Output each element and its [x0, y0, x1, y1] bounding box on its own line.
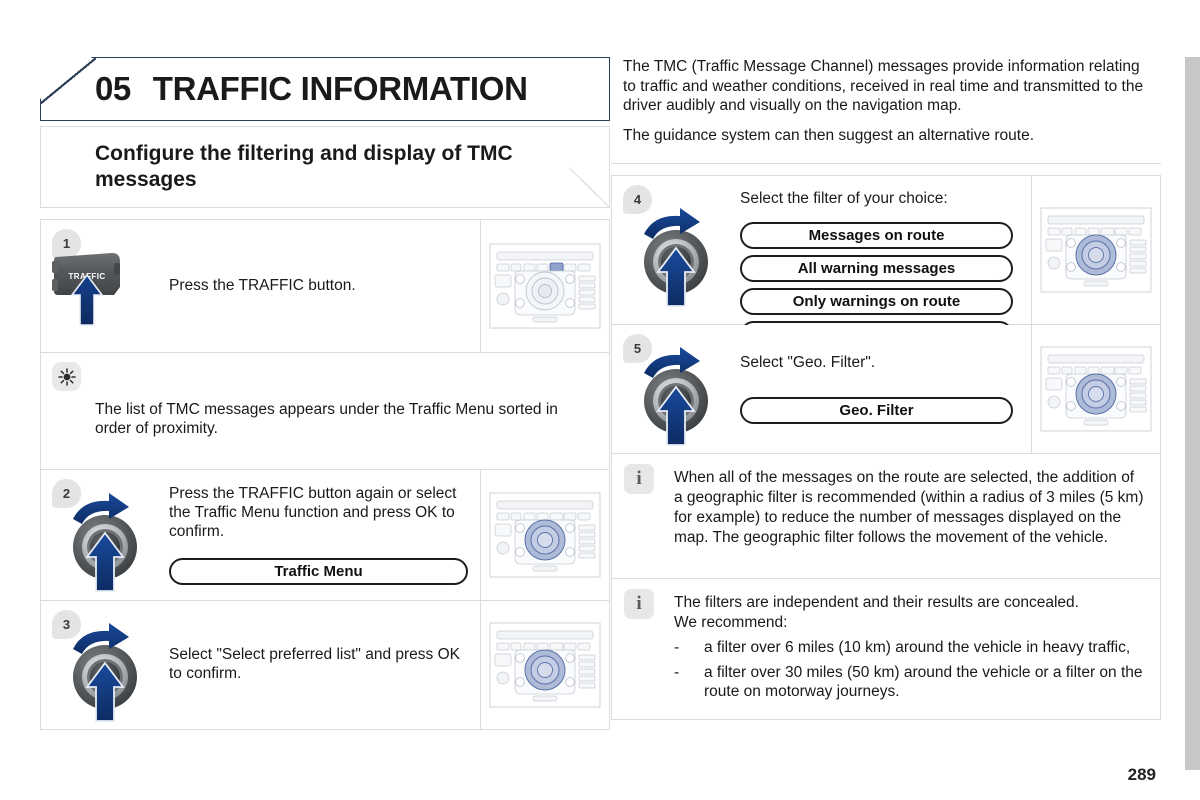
- info-row-2: i The filters are independent and their …: [611, 579, 1161, 721]
- rotary-knob-icon: OK: [612, 325, 740, 453]
- bullet-text: a filter over 30 miles (50 km) around th…: [704, 663, 1143, 701]
- filter-button-all-warning-messages[interactable]: All warning messages: [740, 254, 1013, 282]
- bullet-dash: -: [674, 663, 680, 681]
- rotary-knob-icon: OK: [41, 601, 169, 729]
- list-item: - a filter over 30 miles (50 km) around …: [674, 663, 1144, 703]
- step-4-text: Select the filter of your choice:: [740, 190, 948, 208]
- dashboard-panel-knob-highlight: [1031, 325, 1160, 454]
- step-row-2: 2 Press the TRAFFIC button again or sele…: [40, 470, 610, 601]
- step-3-body: Select "Select preferred list" and press…: [169, 601, 480, 729]
- step-5-text: Select "Geo. Filter".: [740, 354, 876, 372]
- step-row-5: 5 OK: [611, 325, 1161, 455]
- chapter-number: 05: [95, 70, 131, 107]
- dashboard-panel-knob-highlight: [1031, 176, 1160, 325]
- tip-row: The list of TMC messages appears under t…: [40, 353, 610, 470]
- bullet-dash: -: [674, 638, 680, 656]
- dashboard-panel-knob-highlight: [480, 470, 609, 600]
- info-2-line-1: The filters are independent and their re…: [674, 594, 1079, 612]
- intro-paragraph-2: The guidance system can then suggest an …: [623, 126, 1034, 144]
- intro-text: The TMC (Traffic Message Channel) messag…: [611, 57, 1161, 145]
- tip-content: The list of TMC messages appears under t…: [41, 353, 609, 469]
- step-1-body: Press the TRAFFIC button.: [169, 220, 480, 352]
- filter-button-messages-on-route[interactable]: Messages on route: [740, 221, 1013, 249]
- traffic-menu-button[interactable]: Traffic Menu: [169, 557, 468, 585]
- step-5-content: 5 OK: [612, 325, 1031, 453]
- info-icon: i: [624, 589, 654, 620]
- info-1-text: When all of the messages on the route ar…: [674, 469, 1144, 546]
- info-2-line-2: We recommend:: [674, 613, 788, 631]
- bullet-text: a filter over 6 miles (10 km) around the…: [704, 638, 1131, 656]
- section-title-box: Configure the filtering and display of T…: [40, 126, 610, 208]
- chapter-title: TRAFFIC INFORMATION: [152, 70, 528, 107]
- list-item: - a filter over 6 miles (10 km) around t…: [674, 638, 1144, 658]
- step-row-1: 1 Press the TRAFFIC button.: [40, 219, 610, 353]
- manual-page: 05 TRAFFIC INFORMATION Configure the fil…: [0, 0, 1200, 800]
- left-column: 05 TRAFFIC INFORMATION Configure the fil…: [40, 57, 610, 730]
- dashboard-panel-traffic-highlight: [480, 220, 609, 352]
- info-2-bullets: - a filter over 6 miles (10 km) around t…: [674, 638, 1144, 702]
- intro-divider: [611, 163, 1161, 165]
- step-1-content: 1 Press the TRAFFIC button.: [41, 220, 480, 352]
- filter-button-only-warnings-on-route[interactable]: Only warnings on route: [740, 287, 1013, 315]
- step-2-body: Press the TRAFFIC button again or select…: [169, 470, 480, 600]
- info-2-text: The filters are independent and their re…: [674, 593, 1144, 702]
- rotary-knob-icon: OK: [41, 470, 169, 600]
- step-2-content: 2 Press the TRAFFIC button again or sele…: [41, 470, 480, 600]
- step-1-text: Press the TRAFFIC button.: [169, 276, 356, 294]
- intro-paragraph-1: The TMC (Traffic Message Channel) messag…: [623, 58, 1144, 115]
- step-3-text: Select "Select preferred list" and press…: [169, 646, 460, 682]
- step-4-body: Select the filter of your choice: Messag…: [740, 176, 1031, 348]
- section-title: Configure the filtering and display of T…: [95, 141, 513, 191]
- right-column: The TMC (Traffic Message Channel) messag…: [611, 57, 1161, 721]
- dashboard-panel-knob-highlight: [480, 601, 609, 729]
- step-4-content: 4 OK: [612, 176, 1031, 348]
- lightbulb-icon: [52, 362, 81, 391]
- info-icon: i: [624, 464, 654, 495]
- step-row-3: 3 OK: [40, 601, 610, 730]
- page-edge-bar: [1185, 57, 1200, 770]
- step-3-content: 3 OK: [41, 601, 480, 729]
- chapter-title-bar: 05 TRAFFIC INFORMATION: [40, 57, 610, 121]
- step-2-text: Press the TRAFFIC button again or select…: [169, 485, 457, 540]
- page-number: 289: [1127, 765, 1156, 784]
- step-row-4: 4 OK: [611, 175, 1161, 348]
- info-row-1: i When all of the messages on the route …: [611, 454, 1161, 580]
- step-5-body: Select "Geo. Filter". Geo. Filter: [740, 325, 1031, 453]
- tip-text: The list of TMC messages appears under t…: [95, 401, 558, 437]
- geo-filter-button[interactable]: Geo. Filter: [740, 397, 1013, 425]
